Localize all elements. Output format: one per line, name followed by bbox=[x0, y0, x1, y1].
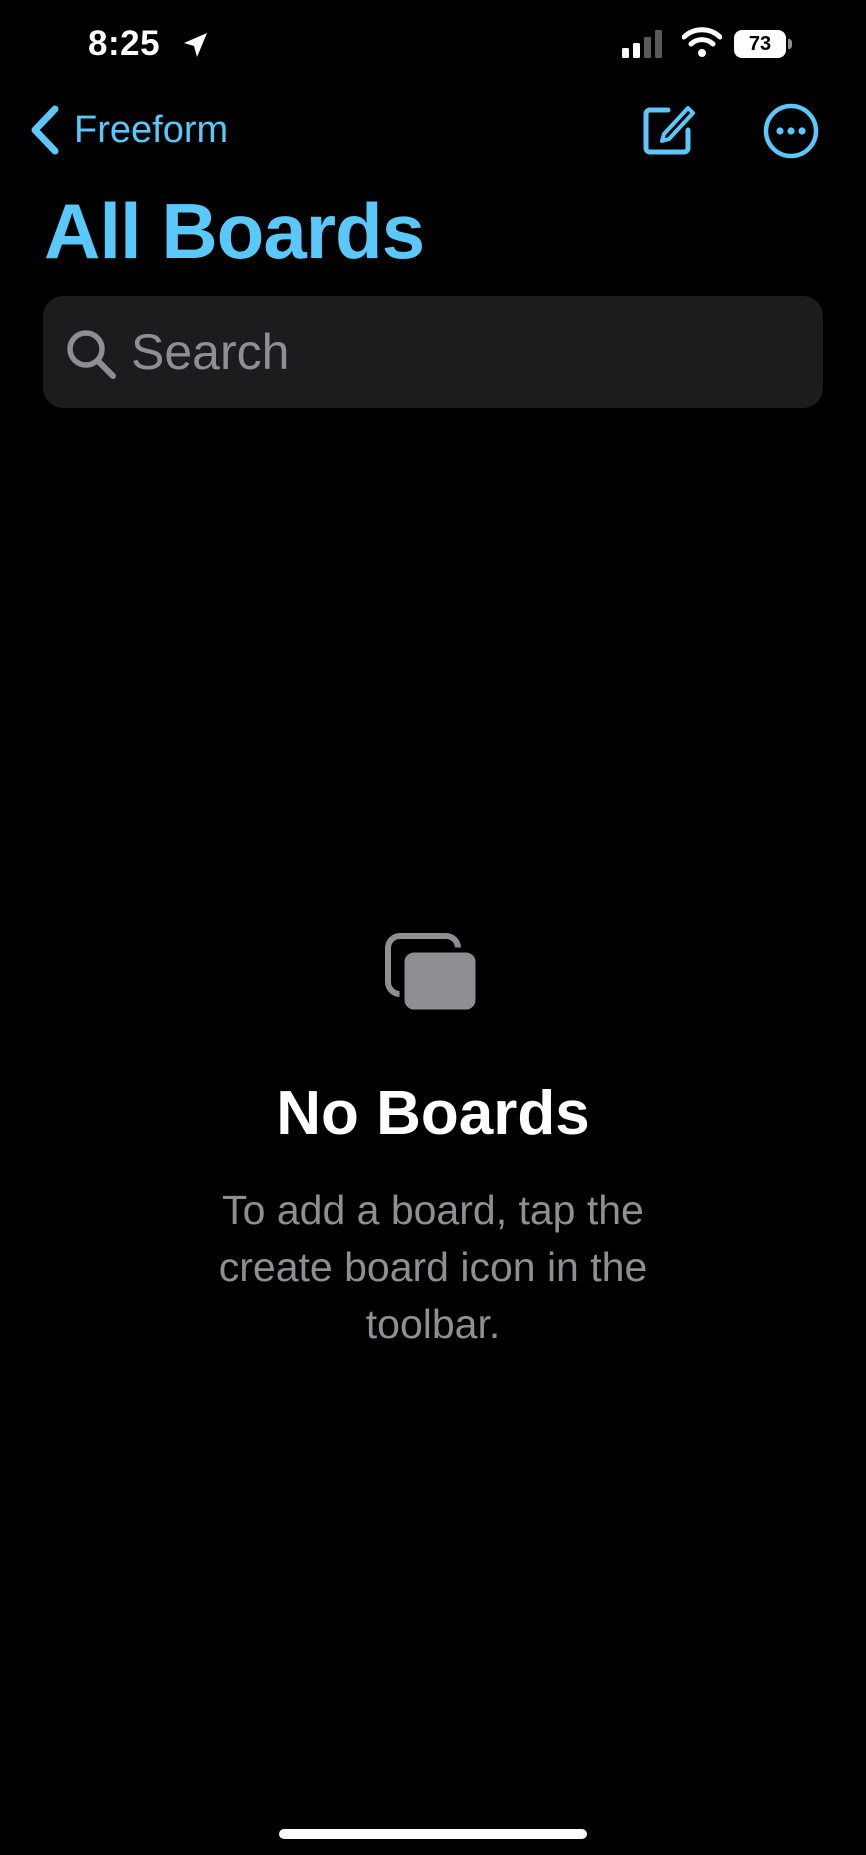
location-arrow-icon bbox=[184, 33, 207, 57]
wifi-icon bbox=[682, 27, 722, 57]
page-title: All Boards bbox=[44, 187, 425, 275]
more-options-button[interactable] bbox=[762, 102, 820, 160]
back-button[interactable]: Freeform bbox=[28, 100, 228, 160]
back-button-label: Freeform bbox=[74, 108, 229, 151]
status-time: 8:25 bbox=[88, 24, 161, 63]
home-indicator[interactable] bbox=[279, 1829, 587, 1839]
chevron-left-icon bbox=[31, 105, 59, 155]
battery-cap bbox=[788, 39, 792, 49]
battery-level: 73 bbox=[734, 30, 786, 58]
create-board-button[interactable] bbox=[638, 100, 698, 160]
search-bar[interactable] bbox=[43, 296, 823, 408]
search-icon bbox=[67, 330, 116, 379]
battery-icon: 73 bbox=[734, 30, 792, 58]
compose-icon bbox=[643, 106, 695, 155]
stacked-boards-icon bbox=[385, 933, 481, 1015]
more-ellipsis-icon bbox=[763, 103, 819, 159]
cellular-signal-icon bbox=[622, 30, 662, 58]
status-bar: 8:25 73 bbox=[0, 0, 866, 92]
search-input[interactable] bbox=[129, 296, 801, 408]
empty-state-title: No Boards bbox=[276, 1079, 590, 1148]
empty-state-message: To add a board, tap the create board ico… bbox=[218, 1187, 648, 1347]
